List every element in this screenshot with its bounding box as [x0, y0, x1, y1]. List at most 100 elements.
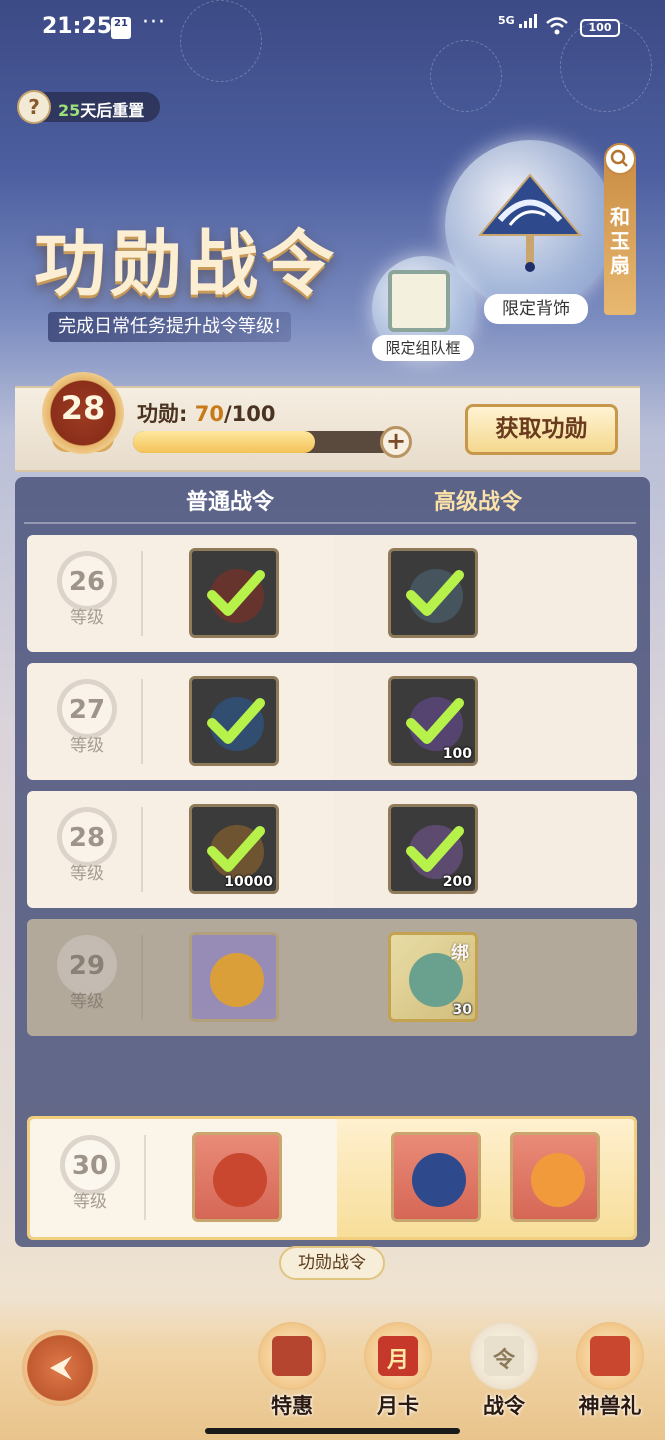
nav-icon-inner: [590, 1336, 630, 1376]
month-card-icon: 月: [364, 1322, 432, 1390]
status-bar: 21:25 21 ··· 5G 100: [0, 0, 665, 56]
nav-icon-glyph: 月: [386, 1348, 409, 1373]
reset-suffix: 天后重置: [80, 101, 145, 120]
wifi-icon: [546, 17, 568, 35]
claimed-check-icon: [207, 570, 265, 616]
more-notifications-icon: ···: [142, 10, 166, 35]
nav-label: 特惠: [271, 1394, 313, 1418]
pass-name-label: 功勋战令: [279, 1246, 385, 1280]
claimed-check-icon: [406, 698, 464, 744]
pass-row-level-28: 28 等级 10000 200: [27, 791, 637, 908]
limited-team-frame-tag: 限定组队框: [372, 335, 474, 361]
row-level-number: 30: [71, 1151, 109, 1181]
add-merit-button[interactable]: +: [380, 426, 412, 458]
reward-item[interactable]: [189, 676, 279, 766]
magnify-button[interactable]: [604, 143, 636, 175]
reward-item[interactable]: [192, 1132, 282, 1222]
nav-icon-inner: 月: [378, 1336, 418, 1376]
nav-beast-gift[interactable]: 神兽礼: [572, 1322, 648, 1422]
row-level-word: 等级: [70, 864, 104, 884]
reward-item[interactable]: [189, 932, 279, 1022]
nav-gift-box[interactable]: 特惠: [254, 1322, 330, 1422]
signal-icon: 5G: [498, 14, 541, 28]
bound-badge: 绑: [451, 943, 469, 964]
merit-progress-fill: [133, 431, 315, 453]
battery-icon: 100: [580, 19, 620, 37]
level-badge: 28: [42, 372, 124, 454]
gold-ingots-icon: [210, 953, 264, 1007]
reward-item[interactable]: [510, 1132, 600, 1222]
merit-current: 70: [194, 402, 224, 426]
gift-box-icon: [258, 1322, 326, 1390]
back-button[interactable]: [22, 1330, 98, 1406]
calendar-icon: 21: [111, 17, 131, 39]
nav-icon-inner: [272, 1336, 312, 1376]
claimed-check-icon: [406, 570, 464, 616]
reward-quantity: 30: [452, 1002, 472, 1018]
nav-icon-glyph: 令: [492, 1348, 515, 1373]
pass-row-level-30: 30 等级: [27, 1116, 637, 1240]
paw-orb-icon: [531, 1153, 585, 1207]
gem-chest-icon: [213, 1153, 267, 1207]
item-name-text: 和玉扇: [610, 205, 630, 277]
nav-label: 战令: [483, 1394, 525, 1418]
page-title: 功勋战令: [34, 221, 339, 306]
help-button[interactable]: ?: [17, 90, 51, 124]
row-level-word: 等级: [70, 608, 104, 628]
nav-label: 月卡: [377, 1394, 419, 1418]
beast-gift-icon: [576, 1322, 644, 1390]
merit-total: /100: [223, 402, 276, 426]
claimed-check-icon: [406, 826, 464, 872]
pass-row-level-27: 27 等级 100: [27, 663, 637, 780]
jade-fan-icon: [477, 173, 583, 272]
get-merit-button[interactable]: 获取功勋: [465, 404, 618, 455]
reward-item[interactable]: 100: [388, 676, 478, 766]
row-level-number: 29: [68, 951, 106, 981]
team-frame-icon: [388, 270, 450, 332]
sand-background: [0, 1300, 665, 1440]
clock: 21:25: [42, 14, 113, 39]
battle-pass-icon: 令: [470, 1322, 538, 1390]
nav-icon-inner: 令: [484, 1336, 524, 1376]
search-icon: [610, 149, 628, 167]
merit-counter: 功勋: 70/100: [137, 398, 275, 428]
merit-label: 功勋:: [137, 402, 188, 426]
reward-item[interactable]: [388, 548, 478, 638]
row-divider: [141, 807, 143, 892]
page-subtitle: 完成日常任务提升战令等级!: [48, 312, 292, 342]
normal-pass-header: 普通战令: [186, 490, 275, 515]
premium-reward-cell: [334, 535, 637, 652]
back-arrow-icon: [50, 1356, 72, 1380]
premium-reward-cell: [334, 663, 637, 780]
current-level: 28: [60, 389, 106, 427]
nav-label: 神兽礼: [578, 1394, 642, 1418]
claimed-check-icon: [207, 698, 265, 744]
reward-item[interactable]: 200: [388, 804, 478, 894]
blue-fan-icon: [412, 1153, 466, 1207]
row-level-word: 等级: [70, 992, 104, 1012]
reward-item[interactable]: 10000: [189, 804, 279, 894]
claimed-check-icon: [207, 826, 265, 872]
reward-item[interactable]: [391, 1132, 481, 1222]
nav-month-card[interactable]: 月月卡: [360, 1322, 436, 1422]
row-divider: [141, 551, 143, 636]
nav-battle-pass[interactable]: 令战令: [466, 1322, 542, 1422]
premium-pass-header: 高级战令: [434, 490, 523, 515]
pass-row-level-26: 26 等级: [27, 535, 637, 652]
row-divider: [141, 679, 143, 764]
limited-back-accessory-tag: 限定背饰: [484, 294, 588, 324]
reward-item[interactable]: [189, 548, 279, 638]
row-level-word: 等级: [70, 736, 104, 756]
premium-reward-cell: [334, 791, 637, 908]
row-level-word: 等级: [73, 1192, 107, 1212]
network-label: 5G: [498, 14, 515, 27]
row-divider: [144, 1135, 146, 1220]
row-level-number: 27: [68, 695, 106, 725]
reset-timer: 25天后重置: [58, 97, 144, 121]
row-level-number: 28: [68, 823, 106, 853]
home-indicator[interactable]: [205, 1428, 460, 1434]
reward-item[interactable]: 绑 30: [388, 932, 478, 1022]
header-divider: [24, 522, 636, 524]
row-divider: [141, 935, 143, 1020]
pass-row-level-29: 29 等级 绑 30: [27, 919, 637, 1036]
